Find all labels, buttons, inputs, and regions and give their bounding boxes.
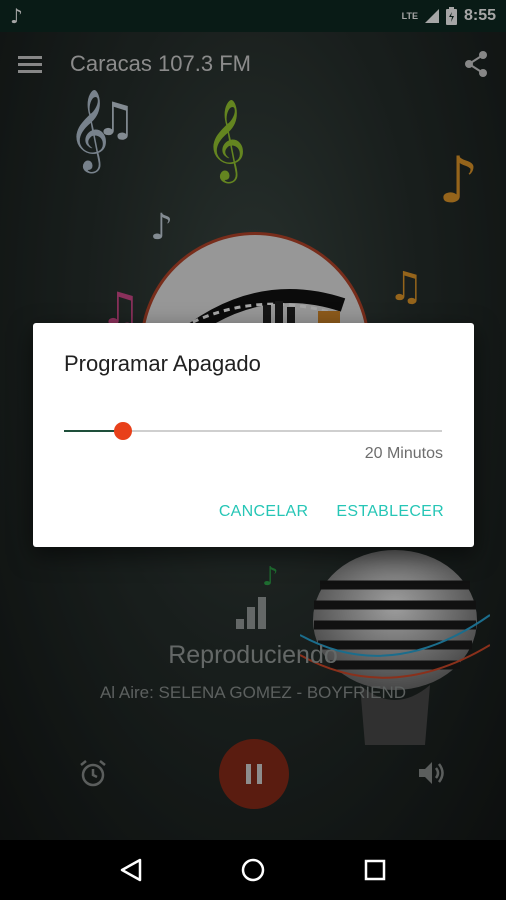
back-icon[interactable] bbox=[120, 858, 142, 882]
home-icon[interactable] bbox=[241, 858, 265, 882]
status-bar: ♪ LTE 8:55 bbox=[0, 0, 506, 32]
battery-icon bbox=[445, 7, 457, 25]
dialog-actions: CANCELAR ESTABLECER bbox=[219, 503, 444, 521]
slider-thumb[interactable] bbox=[113, 422, 132, 440]
sleep-timer-slider[interactable] bbox=[64, 421, 442, 441]
slider-value-text: 20 Minutos bbox=[364, 445, 443, 462]
music-note-decoration: ♪ bbox=[150, 207, 173, 248]
music-note-decoration: ♫ bbox=[388, 264, 424, 310]
lte-icon: LTE bbox=[401, 11, 418, 21]
app-bar: Caracas 107.3 FM bbox=[0, 32, 506, 96]
music-note-icon: ♪ bbox=[10, 4, 23, 28]
sleep-timer-dialog: Programar Apagado 20 Minutos CANCELAR ES… bbox=[33, 323, 474, 547]
share-icon[interactable] bbox=[464, 51, 488, 77]
navigation-bar bbox=[0, 840, 506, 900]
cancel-button[interactable]: CANCELAR bbox=[219, 503, 309, 521]
recents-icon[interactable] bbox=[364, 859, 386, 881]
dialog-title: Programar Apagado bbox=[64, 351, 261, 376]
status-time: 8:55 bbox=[463, 7, 496, 24]
music-note-decoration: ♪ bbox=[262, 562, 279, 592]
volume-icon[interactable] bbox=[416, 758, 446, 788]
app-title: Caracas 107.3 FM bbox=[70, 51, 251, 76]
menu-icon[interactable] bbox=[18, 54, 42, 74]
now-playing-text: Al Aire: SELENA GOMEZ - BOYFRIEND bbox=[99, 683, 407, 702]
equalizer-icon bbox=[236, 597, 266, 629]
confirm-button[interactable]: ESTABLECER bbox=[336, 503, 444, 521]
pause-icon bbox=[246, 764, 262, 784]
signal-icon bbox=[424, 9, 439, 23]
treble-clef-decoration: 𝄞 bbox=[205, 98, 247, 180]
playback-status: Reproduciendo bbox=[168, 641, 338, 669]
pause-button[interactable] bbox=[219, 739, 289, 809]
music-note-decoration: ♪ bbox=[438, 144, 479, 218]
alarm-clock-icon[interactable] bbox=[78, 758, 108, 788]
music-note-decoration: ♫ bbox=[95, 92, 137, 146]
